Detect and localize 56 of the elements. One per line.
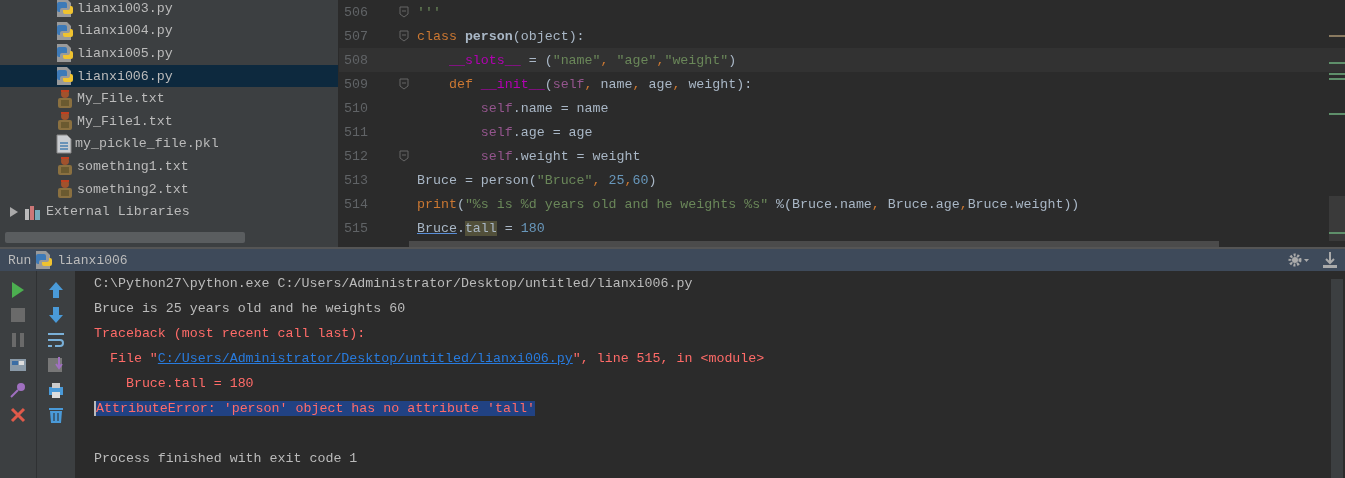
figure-icon	[56, 88, 74, 109]
tree-item[interactable]: lianxi006.py	[0, 64, 338, 88]
console-line: File "C:/Users/Administrator/Desktop/untitled/lianxi006.py", line 515, in <module>	[108, 351, 765, 366]
tree-item[interactable]: My_File.txt	[0, 87, 338, 110]
code-line: __slots__ = ("name", "age","weight")	[447, 52, 737, 68]
console-line: Bruce.tall = 180	[124, 376, 254, 391]
document-icon	[56, 133, 72, 154]
code-line: self.age = age	[479, 124, 593, 140]
line-number: 506	[343, 4, 369, 20]
scrollbar[interactable]	[5, 232, 245, 243]
tree-item[interactable]: My_File1.txt	[0, 109, 338, 133]
code-line: def __init__(self, name, age, weight):	[447, 76, 753, 92]
console-line: Traceback (most recent call last):	[94, 326, 366, 341]
line-number: 507	[343, 28, 369, 44]
tree-item[interactable]: External Libraries	[0, 200, 338, 224]
line-number: 510	[343, 100, 369, 116]
python-file-icon	[56, 66, 74, 87]
line-number: 512	[343, 148, 369, 164]
expand-arrow-icon[interactable]	[8, 205, 20, 218]
code-line: self.name = name	[479, 100, 609, 116]
code-line: Bruce.tall = 180	[417, 220, 545, 236]
line-number: 515	[343, 220, 369, 236]
run-label: Run	[8, 252, 32, 268]
tree-item[interactable]: something2.txt	[0, 177, 338, 201]
console-line: Process finished with exit code 1	[94, 451, 358, 466]
figure-icon	[56, 179, 74, 200]
download-icon[interactable]	[1321, 251, 1339, 269]
tree-item[interactable]: lianxi003.py	[0, 0, 338, 20]
line-number: 514	[343, 196, 369, 212]
tree-item[interactable]: lianxi005.py	[0, 42, 338, 65]
line-number: 511	[343, 124, 369, 140]
library-icon	[24, 203, 42, 220]
tree-item[interactable]: lianxi004.py	[0, 19, 338, 43]
code-line: class person(object):	[417, 28, 585, 44]
scrollbar[interactable]	[409, 241, 1219, 247]
console-line: Bruce is 25 years old and he weights 60	[94, 301, 406, 316]
tree-item[interactable]: my_pickle_file.pkl	[0, 132, 338, 156]
python-file-icon	[56, 20, 74, 41]
figure-icon	[56, 111, 74, 132]
code-line: print("%s is %d years old and he weights %s" %(Bruce.name, Bruce.age,Bruce.weight))	[417, 196, 1080, 212]
python-file-icon	[56, 0, 74, 19]
code-line: Bruce = person("Bruce", 25,60)	[417, 172, 657, 188]
code-line: '''	[417, 4, 441, 20]
python-icon	[35, 250, 54, 270]
python-file-icon	[56, 43, 74, 64]
line-number: 513	[343, 172, 369, 188]
file-link[interactable]: C:/Users/Administrator/Desktop/untitled/lianxi006.py	[157, 351, 573, 366]
line-number: 509	[343, 76, 369, 92]
console-line: C:\Python27\python.exe C:/Users/Administrator/Desktop/untitled/lianxi006.py	[94, 276, 693, 291]
down-arrow-icon[interactable]	[46, 304, 66, 325]
run-config-tab[interactable]: lianxi006	[57, 252, 128, 268]
scrollbar[interactable]	[1329, 196, 1345, 241]
figure-icon	[56, 156, 74, 177]
tree-item[interactable]: something1.txt	[0, 155, 338, 178]
code-line: self.weight = weight	[479, 148, 641, 164]
settings-icon[interactable]	[1287, 252, 1311, 268]
